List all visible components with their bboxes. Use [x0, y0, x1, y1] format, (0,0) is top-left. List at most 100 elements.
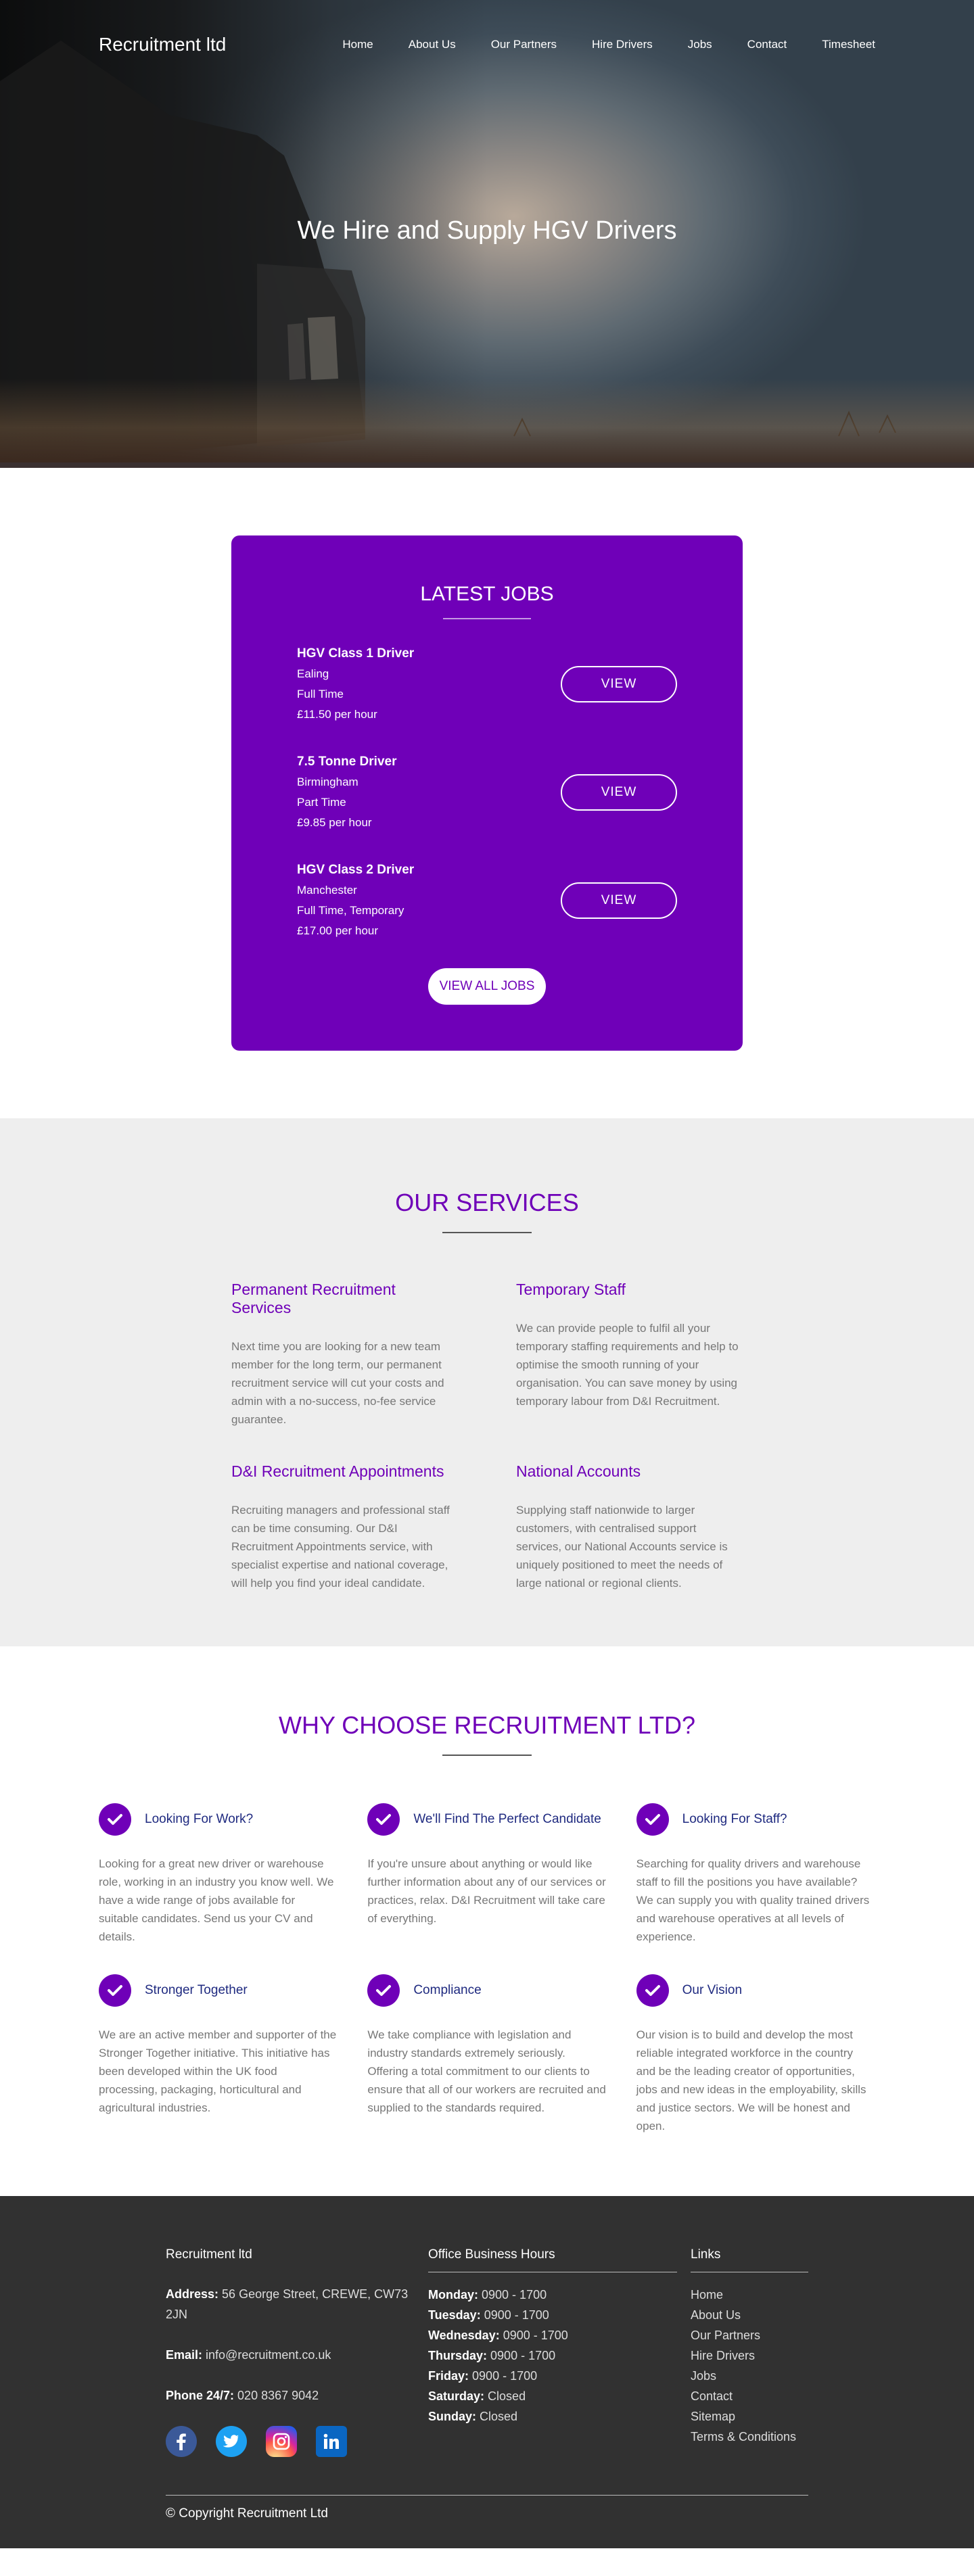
footer-link-home[interactable]: Home [691, 2285, 808, 2305]
service-title: Permanent Recruitment Services [231, 1281, 396, 1316]
business-hours-list: Monday: 0900 - 1700 Tuesday: 0900 - 1700… [428, 2285, 691, 2427]
why-item-title: We'll Find The Perfect Candidate [413, 1812, 601, 1826]
job-title: 7.5 Tonne Driver [297, 755, 397, 769]
view-job-button[interactable]: VIEW [561, 666, 677, 702]
phone-number[interactable]: 020 8367 9042 [237, 2389, 319, 2402]
service-item: National Accounts Supplying staff nation… [516, 1462, 743, 1592]
title-divider [442, 1755, 532, 1756]
service-description: Recruiting managers and professional sta… [231, 1504, 450, 1590]
why-item-title: Looking For Staff? [682, 1812, 787, 1826]
footer-link-about-us[interactable]: About Us [691, 2305, 808, 2325]
why-item: Compliance We take compliance with legis… [367, 1974, 606, 2135]
job-title: HGV Class 1 Driver [297, 646, 415, 661]
job-type: Part Time [297, 796, 346, 809]
footer-contact-column: Recruitment ltd Address: 56 George Stree… [166, 2247, 428, 2457]
job-pay: £9.85 per hour [297, 816, 372, 829]
why-item-title: Looking For Work? [145, 1812, 254, 1826]
footer-link-terms[interactable]: Terms & Conditions [691, 2427, 808, 2447]
service-description: We can provide people to fulfil all your… [516, 1322, 739, 1408]
service-title: National Accounts [516, 1462, 641, 1480]
check-icon [636, 1803, 669, 1836]
nav-timesheet[interactable]: Timesheet [822, 32, 875, 57]
view-job-button[interactable]: VIEW [561, 774, 677, 811]
hours-row: Saturday: Closed [428, 2389, 526, 2403]
why-item-title: Stronger Together [145, 1983, 248, 1997]
service-item: Permanent Recruitment Services Next time… [231, 1281, 458, 1429]
why-item-title: Our Vision [682, 1983, 743, 1997]
hero-horizon-glow [0, 379, 974, 468]
hours-row: Monday: 0900 - 1700 [428, 2288, 547, 2301]
email-link[interactable]: info@recruitment.co.uk [206, 2348, 331, 2362]
why-item: Stronger Together We are an active membe… [99, 1974, 338, 2135]
job-type: Full Time [297, 688, 344, 700]
job-listing: 7.5 Tonne Driver Birmingham Part Time £9… [297, 752, 677, 833]
latest-jobs-title: LATEST JOBS [420, 583, 554, 605]
title-divider [442, 1232, 532, 1233]
why-choose-title: WHY CHOOSE RECRUITMENT LTD? [278, 1711, 696, 1739]
footer-link-our-partners[interactable]: Our Partners [691, 2325, 808, 2345]
footer-links-column: Links Home About Us Our Partners Hire Dr… [691, 2247, 808, 2457]
why-item: Looking For Work? Looking for a great ne… [99, 1803, 338, 1946]
footer-links-title: Links [691, 2247, 808, 2272]
nav-jobs[interactable]: Jobs [688, 32, 712, 57]
nav-menu: Home About Us Our Partners Hire Drivers … [342, 32, 875, 57]
footer-company-name: Recruitment ltd [166, 2247, 252, 2262]
why-item-text: Searching for quality drivers and wareho… [636, 1857, 870, 1943]
linkedin-icon[interactable] [316, 2426, 347, 2457]
job-listing: HGV Class 1 Driver Ealing Full Time £11.… [297, 644, 677, 725]
latest-jobs-section: LATEST JOBS HGV Class 1 Driver Ealing Fu… [0, 468, 974, 1118]
hero-title: We Hire and Supply HGV Drivers [297, 216, 677, 245]
why-item-text: We take compliance with legislation and … [367, 2028, 606, 2114]
service-item: Temporary Staff We can provide people to… [516, 1281, 743, 1429]
nav-hire-drivers[interactable]: Hire Drivers [592, 32, 653, 57]
footer-hours-column: Office Business Hours Monday: 0900 - 170… [428, 2247, 691, 2457]
job-title: HGV Class 2 Driver [297, 863, 415, 877]
why-item-text: If you're unsure about anything or would… [367, 1857, 606, 1925]
why-item-text: Looking for a great new driver or wareho… [99, 1857, 334, 1943]
why-item: Looking For Staff? Searching for quality… [636, 1803, 875, 1946]
nav-our-partners[interactable]: Our Partners [491, 32, 557, 57]
hours-row: Wednesday: 0900 - 1700 [428, 2329, 568, 2342]
footer-link-sitemap[interactable]: Sitemap [691, 2406, 808, 2427]
why-item-text: We are an active member and supporter of… [99, 2028, 337, 2114]
service-title: D&I Recruitment Appointments [231, 1462, 444, 1480]
job-location: Manchester [297, 884, 357, 897]
footer-links-list: Home About Us Our Partners Hire Drivers … [691, 2285, 808, 2447]
twitter-icon[interactable] [216, 2426, 247, 2457]
why-item-text: Our vision is to build and develop the m… [636, 2028, 866, 2132]
latest-jobs-card: LATEST JOBS HGV Class 1 Driver Ealing Fu… [231, 535, 743, 1051]
footer-link-jobs[interactable]: Jobs [691, 2366, 808, 2386]
instagram-icon[interactable] [266, 2426, 297, 2457]
why-item: Our Vision Our vision is to build and de… [636, 1974, 875, 2135]
services-title: OUR SERVICES [395, 1189, 579, 1216]
nav-home[interactable]: Home [342, 32, 373, 57]
our-services-section: OUR SERVICES Permanent Recruitment Servi… [0, 1118, 974, 1646]
hero-banner: Recruitment ltd Home About Us Our Partne… [0, 0, 974, 468]
service-description: Supplying staff nationwide to larger cus… [516, 1504, 728, 1590]
footer-hours-title: Office Business Hours [428, 2247, 677, 2272]
hours-row: Friday: 0900 - 1700 [428, 2369, 538, 2383]
nav-about-us[interactable]: About Us [409, 32, 456, 57]
check-icon [367, 1803, 400, 1836]
check-icon [636, 1974, 669, 2007]
hours-row: Sunday: Closed [428, 2410, 518, 2423]
hero-bottom-edge [0, 462, 974, 468]
hours-row: Thursday: 0900 - 1700 [428, 2349, 556, 2362]
job-type: Full Time, Temporary [297, 904, 404, 917]
facebook-icon[interactable] [166, 2426, 197, 2457]
view-job-button[interactable]: VIEW [561, 882, 677, 919]
job-listing: HGV Class 2 Driver Manchester Full Time,… [297, 860, 677, 941]
service-title: Temporary Staff [516, 1281, 626, 1298]
check-icon [367, 1974, 400, 2007]
footer-divider [166, 2495, 808, 2496]
footer-link-hire-drivers[interactable]: Hire Drivers [691, 2345, 808, 2366]
why-item: We'll Find The Perfect Candidate If you'… [367, 1803, 606, 1946]
nav-contact[interactable]: Contact [747, 32, 787, 57]
footer-email: Email: info@recruitment.co.uk [166, 2348, 331, 2362]
view-all-jobs-button[interactable]: VIEW ALL JOBS [428, 968, 546, 1005]
job-location: Ealing [297, 667, 329, 680]
copyright-text: © Copyright Recruitment Ltd [166, 2506, 328, 2521]
title-divider [443, 618, 531, 619]
brand-logo-text[interactable]: Recruitment ltd [99, 32, 226, 57]
footer-link-contact[interactable]: Contact [691, 2386, 808, 2406]
